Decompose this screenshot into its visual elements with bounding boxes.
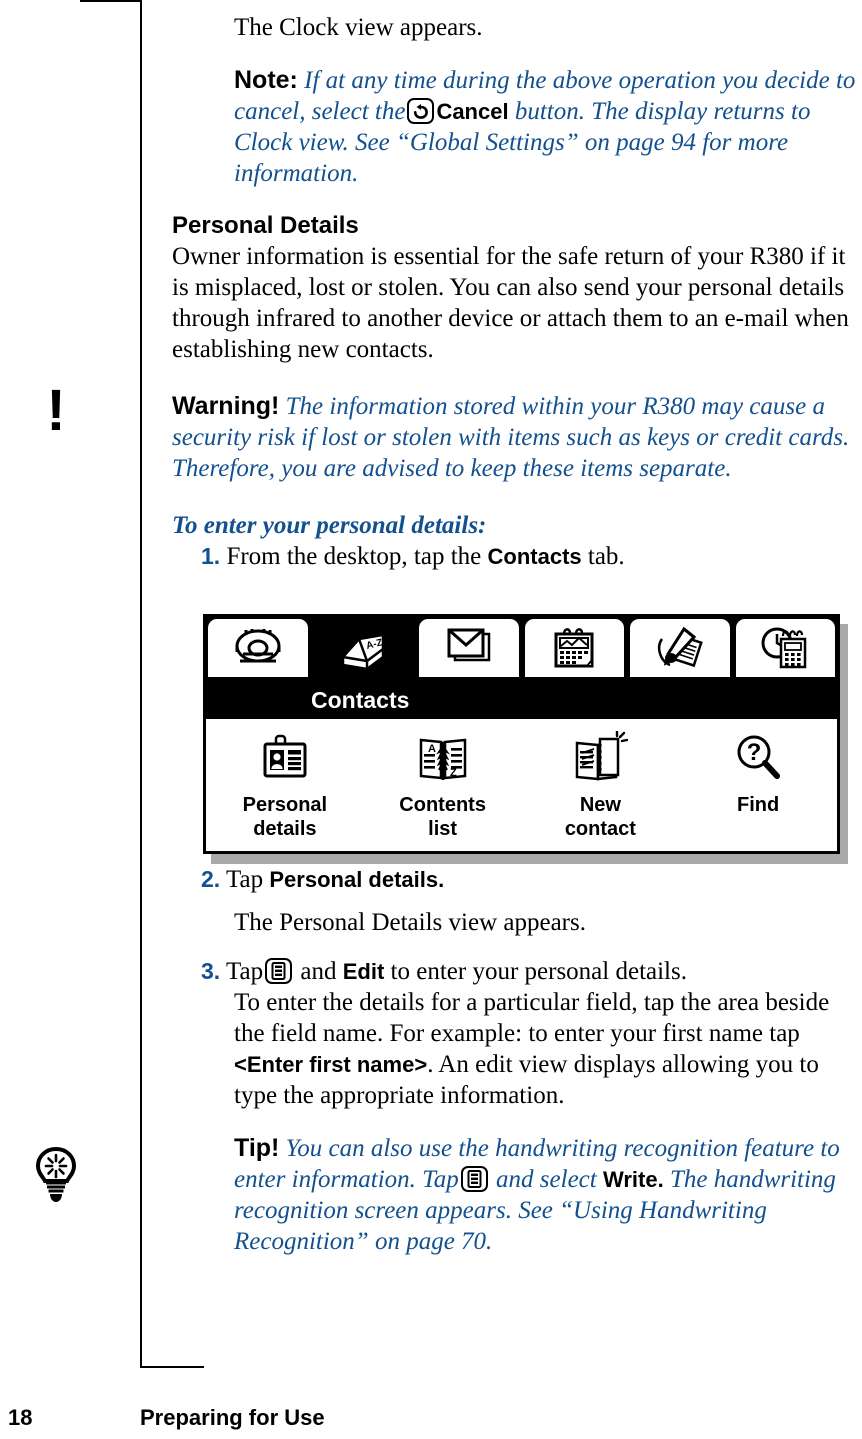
personal-details-app[interactable]: Personal details — [210, 729, 360, 841]
step-3: 3. Tap and Edit to enter your personal d… — [172, 956, 862, 987]
warning-block: Warning! The information stored within y… — [172, 391, 862, 484]
address-book-az-icon: A-Z — [340, 628, 385, 671]
personal-details-label-line2: details — [253, 818, 317, 840]
step-2-number: 2. — [201, 866, 221, 892]
personal-details-label-line1: Personal — [242, 794, 328, 816]
tip-text-mid: and select — [496, 1166, 597, 1193]
calendar-notepad-icon — [554, 628, 594, 668]
step-3-number: 3. — [201, 958, 221, 984]
step-3-follow-before: To enter the details for a particular fi… — [234, 989, 830, 1047]
step-2-text-before: Tap — [226, 866, 264, 893]
svg-text:A: A — [428, 743, 436, 755]
section-paragraph: Owner information is essential for the s… — [172, 243, 849, 363]
exclamation-glyph: ! — [46, 378, 66, 443]
svg-text:Z: Z — [450, 767, 457, 779]
step-1-bold: Contacts — [487, 544, 582, 569]
step-3-follow-up: To enter the details for a particular fi… — [172, 987, 862, 1111]
note-block: Note: If at any time during the above op… — [172, 65, 862, 189]
contents-list-app-label: Contents list — [399, 793, 486, 841]
lightbulb-icon — [28, 1146, 84, 1204]
new-contact-app[interactable]: New contact — [525, 729, 675, 841]
step-1: 1. From the desktop, tap the Contacts ta… — [172, 541, 862, 572]
step-2-bold: Personal details. — [269, 867, 445, 892]
page-frame-vertical-rule — [140, 0, 142, 1368]
step-1-text-before: From the desktop, tap the — [226, 543, 482, 570]
step-3-follow-bold: <Enter first name> — [234, 1052, 428, 1077]
find-app-label: Find — [737, 793, 779, 817]
tip-lead: Tip! — [234, 1134, 280, 1162]
figure-body: A-Z Contacts Personal details A Z Conten… — [203, 614, 840, 854]
step-3-text-after: to enter your personal details. — [390, 958, 687, 985]
warning-lead: Warning! — [172, 392, 280, 420]
step-1-text-after: tab. — [587, 543, 625, 570]
tip-bold: Write. — [602, 1167, 664, 1192]
page-frame-bottom-rule — [140, 1366, 204, 1368]
personal-details-app-label: Personal details — [243, 793, 327, 841]
contacts-tab[interactable]: A-Z — [311, 617, 415, 679]
menu-list-icon — [460, 1166, 488, 1192]
find-app[interactable]: ? Find — [683, 729, 833, 817]
contents-list-label-line1: Contents — [399, 794, 486, 816]
new-contact-app-label: New contact — [565, 793, 636, 841]
device-tab-strip: A-Z — [206, 617, 837, 681]
calendar-tab[interactable] — [522, 617, 626, 679]
step-3-bold: Edit — [342, 959, 385, 984]
new-contact-label-line1: New — [579, 794, 621, 816]
step-3-text-before: Tap — [226, 958, 264, 985]
step-2-follow-up: The Personal Details view appears. — [234, 909, 586, 936]
envelope-icon — [447, 628, 490, 662]
device-app-grid: Personal details A Z Contents list New c… — [206, 719, 837, 851]
find-label-line1: Find — [737, 794, 780, 816]
footer-page-number: 18 — [8, 1405, 33, 1430]
page-footer: 18 Preparing for Use — [0, 1405, 862, 1435]
lightbulb-glyph — [35, 1146, 77, 1202]
step-1-number: 1. — [201, 543, 221, 569]
phone-tab[interactable] — [206, 617, 310, 679]
selected-tab-label-bar: Contacts — [206, 681, 837, 719]
step-3-text-mid: and — [300, 958, 337, 985]
svg-text:?: ? — [747, 739, 762, 766]
notes-tab[interactable] — [628, 617, 732, 679]
menu-list-icon — [265, 958, 293, 984]
step-2: 2. Tap Personal details. — [172, 864, 862, 895]
messages-tab[interactable] — [417, 617, 521, 679]
magnifier-question-icon: ? — [730, 729, 786, 791]
intro-line: The Clock view appears. — [234, 14, 483, 41]
selected-tab-label: Contacts — [311, 686, 410, 713]
open-book-az-icon: A Z — [415, 729, 471, 791]
exclamation-icon: ! — [28, 378, 84, 443]
procedure-title: To enter your personal details: — [172, 512, 487, 539]
tip-block: Tip! You can also use the handwriting re… — [172, 1133, 862, 1257]
cancel-return-icon — [407, 98, 435, 124]
extras-tab[interactable] — [733, 617, 837, 679]
note-button-label: Cancel — [436, 99, 509, 124]
telephone-icon — [235, 629, 281, 663]
section-heading: Personal Details — [172, 212, 359, 239]
footer-section-title: Preparing for Use — [140, 1405, 325, 1430]
note-lead: Note: — [234, 66, 298, 94]
clock-calculator-icon — [761, 627, 807, 669]
new-contact-icon — [572, 729, 629, 791]
id-card-icon — [257, 729, 313, 791]
page-frame-top-rule — [80, 0, 142, 2]
contents-list-app[interactable]: A Z Contents list — [368, 729, 518, 841]
contents-list-label-line2: list — [428, 818, 458, 840]
pen-notepad-icon — [657, 626, 703, 668]
device-screenshot-figure: A-Z Contacts Personal details A Z Conten… — [203, 614, 848, 864]
new-contact-label-line2: contact — [564, 818, 636, 840]
